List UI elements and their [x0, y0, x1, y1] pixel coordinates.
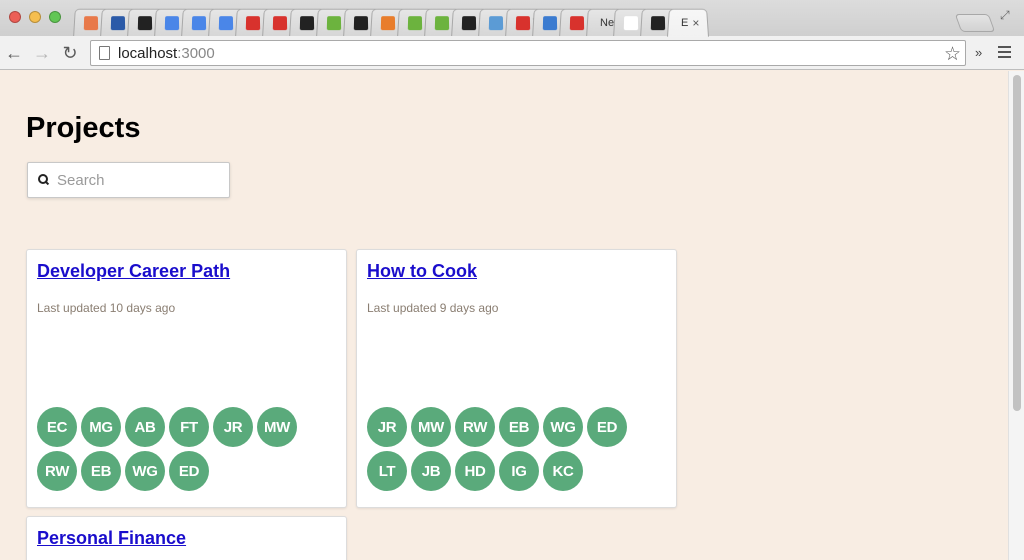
member-avatar[interactable]: RW — [37, 451, 77, 491]
member-avatar[interactable]: JB — [411, 451, 451, 491]
member-avatar[interactable]: AB — [125, 407, 165, 447]
project-title-link[interactable]: Developer Career Path — [37, 261, 230, 282]
bookmark-icon — [110, 15, 126, 30]
github-icon — [461, 15, 477, 30]
scrollbar-thumb[interactable] — [1013, 75, 1021, 411]
browser-tab[interactable]: E × — [666, 8, 710, 37]
reload-icon[interactable]: ↻ — [60, 43, 80, 63]
member-avatars: JR MW RW EB WG ED LT JB HD IG KC — [367, 407, 667, 495]
member-avatar[interactable]: ED — [169, 451, 209, 491]
project-updated-text: Last updated 9 days ago — [367, 301, 499, 315]
red-circle-icon — [245, 15, 261, 30]
gmail-icon — [515, 15, 531, 30]
close-window-button[interactable] — [9, 11, 21, 23]
project-title-link[interactable]: Personal Finance — [37, 528, 186, 549]
member-avatar[interactable]: RW — [455, 407, 495, 447]
member-avatar[interactable]: JR — [213, 407, 253, 447]
member-avatar[interactable]: JR — [367, 407, 407, 447]
zoom-window-button[interactable] — [49, 11, 61, 23]
member-avatar[interactable]: EC — [37, 407, 77, 447]
back-arrow-icon[interactable]: ← — [4, 43, 24, 63]
docs-icon — [191, 15, 207, 30]
member-avatar[interactable]: KC — [543, 451, 583, 491]
search-icon — [38, 174, 50, 186]
url-text[interactable]: localhost:3000 — [118, 45, 215, 62]
member-avatar[interactable]: IG — [499, 451, 539, 491]
node-icon — [326, 15, 342, 30]
member-avatar[interactable]: EB — [499, 407, 539, 447]
address-bar[interactable]: localhost:3000 ☆ — [90, 40, 966, 66]
project-title-link[interactable]: How to Cook — [367, 261, 477, 282]
url-port: :3000 — [177, 44, 215, 62]
plus-icon — [83, 15, 99, 30]
node-icon — [407, 15, 423, 30]
member-avatar[interactable]: FT — [169, 407, 209, 447]
gmail-icon — [569, 15, 585, 30]
github-icon — [650, 15, 666, 30]
project-card: Developer Career Path Last updated 10 da… — [26, 249, 347, 508]
member-avatar[interactable]: MW — [257, 407, 297, 447]
member-avatar[interactable]: WG — [543, 407, 583, 447]
page-icon — [99, 46, 110, 60]
github-icon — [353, 15, 369, 30]
member-avatar[interactable]: HD — [455, 451, 495, 491]
bookmark-star-icon[interactable]: ☆ — [944, 43, 961, 66]
member-avatar[interactable]: MW — [411, 407, 451, 447]
code-icon — [380, 15, 396, 30]
project-card: Personal Finance — [26, 516, 347, 560]
inbox-icon — [272, 15, 288, 30]
member-avatar[interactable]: MG — [81, 407, 121, 447]
page-scrollbar[interactable] — [1008, 71, 1024, 560]
search-input[interactable] — [57, 171, 217, 189]
docs-icon — [164, 15, 180, 30]
github-icon — [299, 15, 315, 30]
member-avatars: EC MG AB FT JR MW RW EB WG ED — [37, 407, 337, 495]
node-icon — [434, 15, 450, 30]
cloud-icon — [488, 15, 504, 30]
browser-tab-title: E — [680, 16, 689, 29]
project-updated-text: Last updated 10 days ago — [37, 301, 176, 315]
project-card: How to Cook Last updated 9 days ago JR MW… — [356, 249, 677, 508]
member-avatar[interactable]: EB — [81, 451, 121, 491]
member-avatar[interactable]: ED — [587, 407, 627, 447]
extensions-chevron-icon[interactable]: » — [975, 45, 982, 60]
m-logo-icon — [137, 15, 153, 30]
browser-tab-bar: FLNECCErNAsJHnisDTSINewCcE× ⤢ — [0, 0, 1024, 37]
page-icon — [623, 15, 639, 30]
new-tab-button[interactable] — [954, 14, 996, 32]
forward-arrow-icon[interactable]: → — [32, 43, 52, 63]
menu-icon[interactable] — [998, 46, 1011, 61]
close-tab-icon[interactable]: × — [692, 16, 699, 30]
member-avatar[interactable]: LT — [367, 451, 407, 491]
member-avatar[interactable]: WG — [125, 451, 165, 491]
docs-icon — [218, 15, 234, 30]
browser-tabs: FLNECCErNAsJHnisDTSINewCcE× — [73, 8, 710, 37]
browser-toolbar: ← → ↻ localhost:3000 ☆ » — [0, 36, 1024, 70]
minimize-window-button[interactable] — [29, 11, 41, 23]
page-title: Projects — [26, 112, 141, 144]
search-box[interactable] — [27, 162, 230, 198]
compass-icon — [542, 15, 558, 30]
url-host: localhost — [118, 44, 178, 62]
fullscreen-icon[interactable]: ⤢ — [1000, 8, 1010, 23]
